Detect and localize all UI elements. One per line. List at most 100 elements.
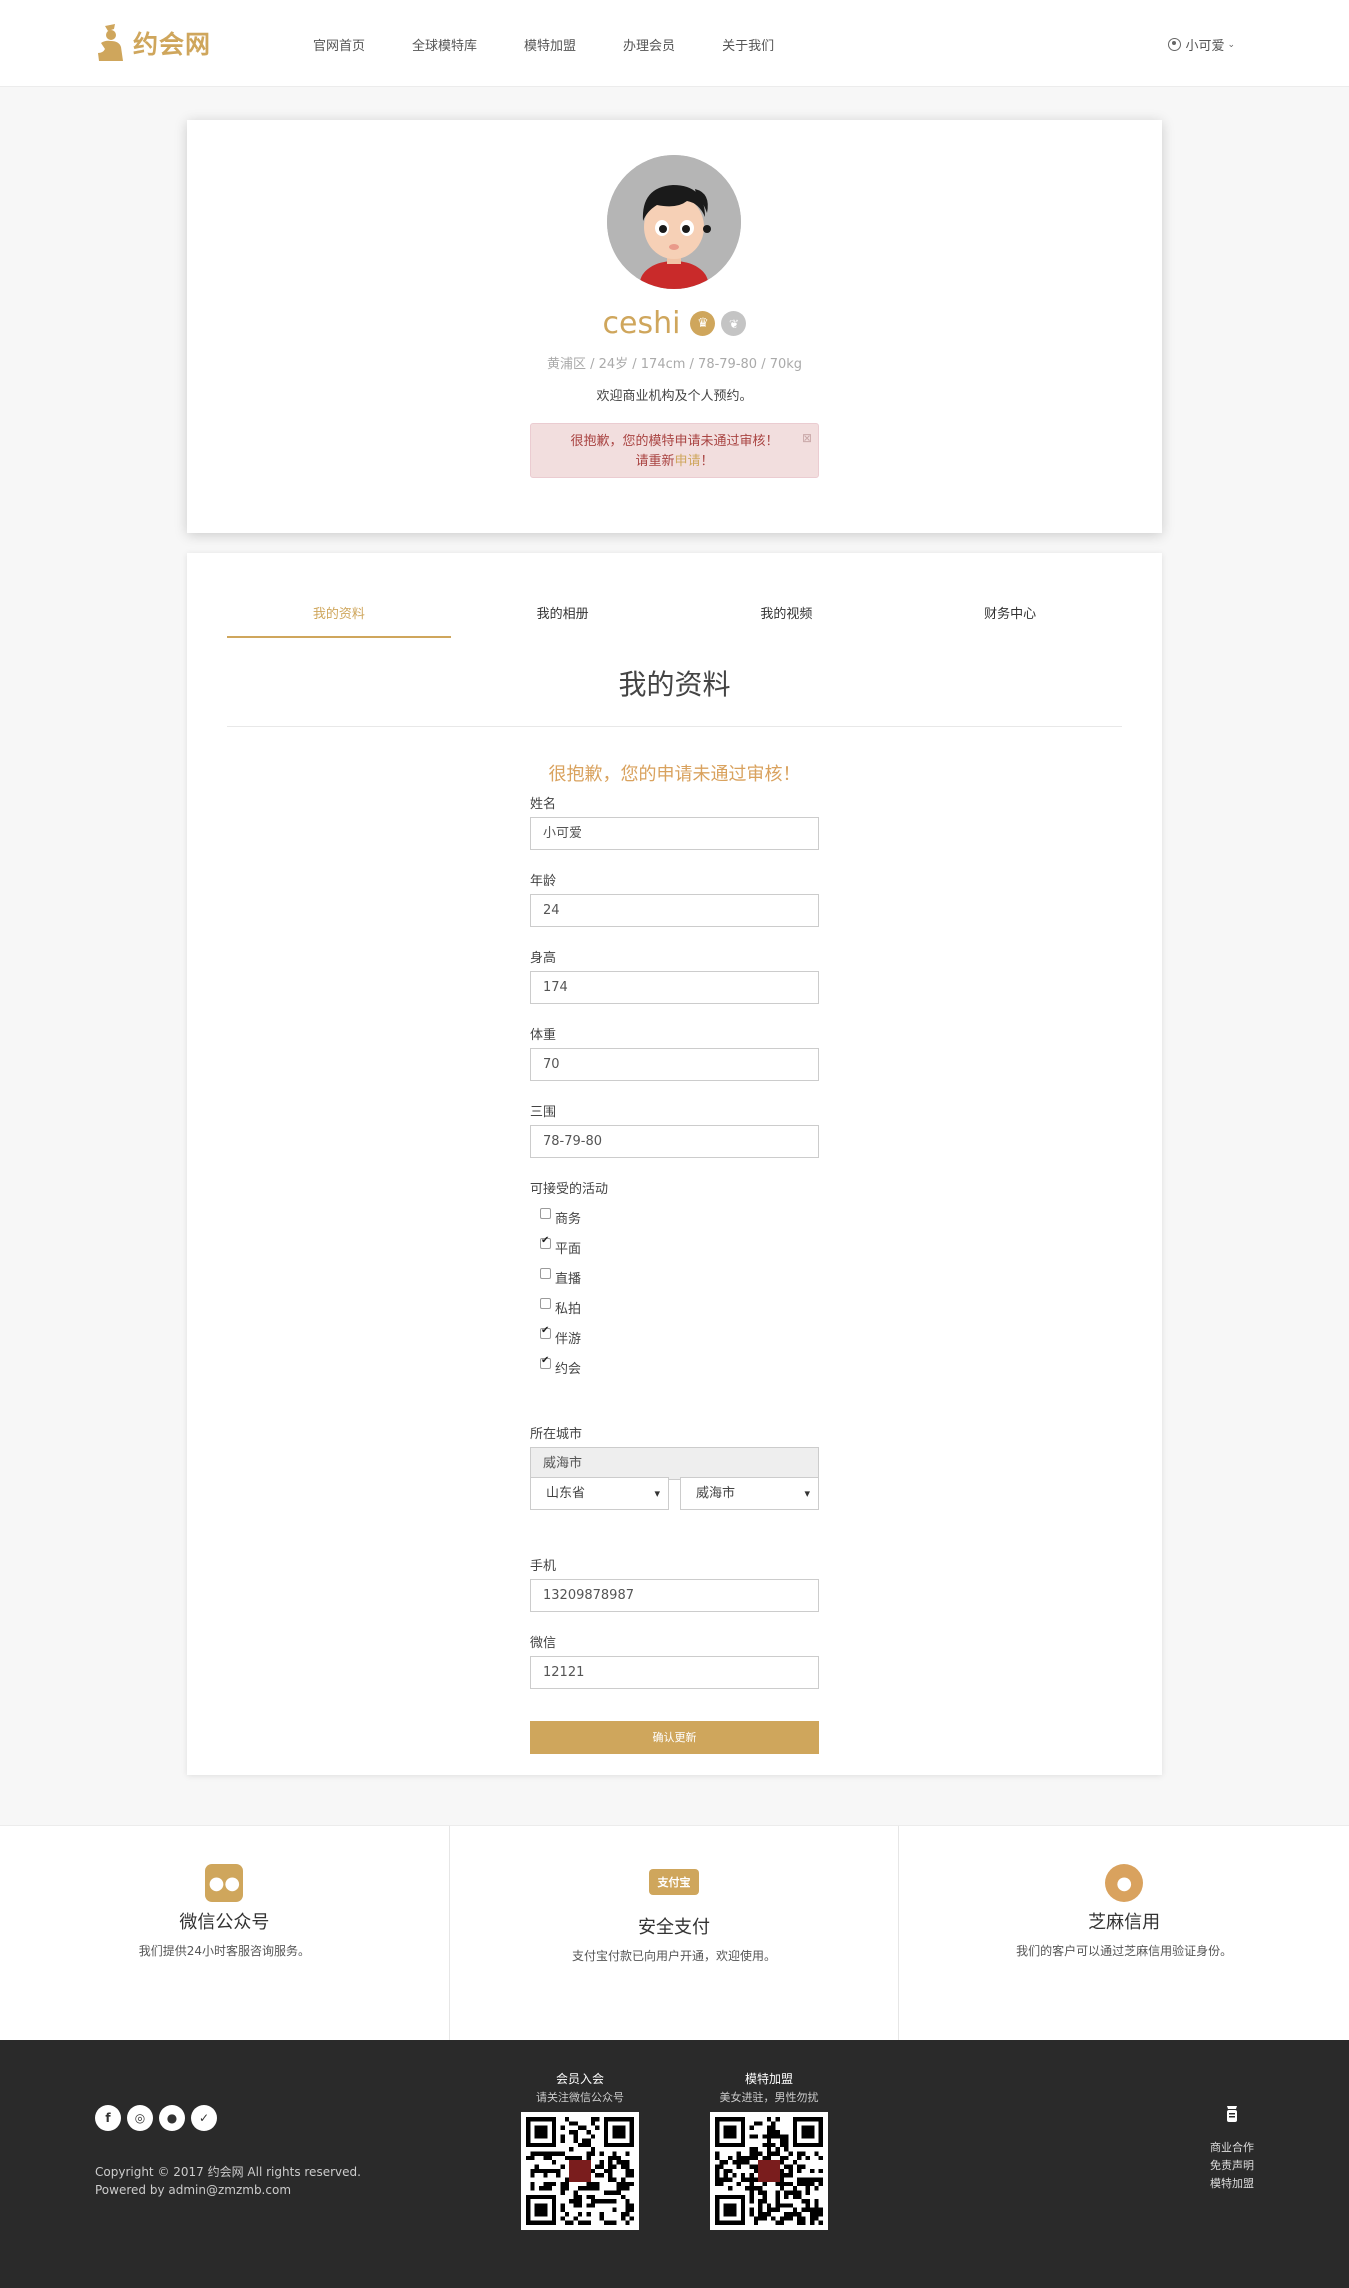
city-group: 所在城市 威海市 <box>530 1426 819 1480</box>
height-label: 身高 <box>530 951 557 966</box>
nav-model-library[interactable]: 全球模特库 <box>412 35 477 54</box>
measurements-field[interactable]: 78-79-80 <box>530 1125 819 1158</box>
link-disclaimer[interactable]: 免责声明 <box>1210 2157 1254 2175</box>
wechat-label: 微信 <box>530 1636 557 1651</box>
feature-title: 芝麻信用 <box>1088 1912 1161 1933</box>
chevron-down-icon: ⌄ <box>1227 39 1235 50</box>
feature-credit: ● 芝麻信用 我们的客户可以通过芝麻信用验证身份。 <box>899 1826 1349 2040</box>
copyright-text: Copyright © 2017 约会网 All rights reserved… <box>95 2165 361 2179</box>
link-business[interactable]: 商业合作 <box>1210 2139 1254 2157</box>
weight-group: 体重 70 <box>530 1027 819 1081</box>
age-label: 年龄 <box>530 874 557 889</box>
name-group: 姓名 小可爱 <box>530 796 819 850</box>
site-header: 约会网 官网首页 全球模特库 模特加盟 办理会员 关于我们 小可爱 ⌄ <box>0 0 1349 87</box>
feature-desc: 我们提供24小时客服咨询服务。 <box>138 1944 310 1958</box>
weight-label: 体重 <box>530 1028 557 1043</box>
qr-code-image <box>710 2112 828 2230</box>
nav-about[interactable]: 关于我们 <box>722 35 774 54</box>
activity-label: 约会 <box>555 1361 582 1377</box>
avatar[interactable] <box>607 155 741 289</box>
profile-form-card: 我的资料 我的相册 我的视频 财务中心 我的资料 很抱歉，您的申请未通过审核！ … <box>187 553 1162 1775</box>
activity-checkbox[interactable] <box>540 1207 551 1219</box>
measurements-group: 三围 78-79-80 <box>530 1104 819 1158</box>
feature-payment: 支付宝 安全支付 支付宝付款已向用户开通，欢迎使用。 <box>450 1826 900 2040</box>
user-icon <box>1168 38 1182 51</box>
social-links: f ◎ ● ✓ <box>95 2105 223 2131</box>
footer-logo-icon <box>1227 2106 1237 2122</box>
alert-line-2: 请重新申请！ <box>531 452 818 472</box>
activities-label: 可接受的活动 <box>530 1182 609 1197</box>
age-field[interactable]: 24 <box>530 894 819 927</box>
divider <box>227 726 1122 727</box>
tab-finance-center[interactable]: 财务中心 <box>898 593 1122 638</box>
activity-option[interactable]: 私拍 <box>530 1292 819 1322</box>
sesame-credit-icon: ● <box>1105 1864 1144 1902</box>
powered-by: Powered by admin@zmzmb.com <box>95 2183 292 2197</box>
profile-card: ceshi ♛ ❦ 黄浦区 / 24岁 / 174cm / 78-79-80 /… <box>187 120 1162 533</box>
city-label: 所在城市 <box>530 1427 583 1442</box>
activities-group: 可接受的活动 商务平面直播私拍伴游约会 <box>530 1181 819 1382</box>
qr-subtitle: 请关注微信公众号 <box>536 2091 624 2104</box>
city-select[interactable]: 威海市 <box>680 1477 819 1510</box>
profile-meta: 黄浦区 / 24岁 / 174cm / 78-79-80 / 70kg <box>546 357 803 372</box>
height-field[interactable]: 174 <box>530 971 819 1004</box>
nav-home[interactable]: 官网首页 <box>313 35 365 54</box>
phone-group: 手机 13209878987 <box>530 1558 819 1612</box>
activity-checkbox[interactable] <box>540 1325 551 1339</box>
wechat-field[interactable]: 12121 <box>530 1656 819 1689</box>
link-model-join[interactable]: 模特加盟 <box>1210 2175 1254 2193</box>
province-select[interactable]: 山东省 <box>530 1477 669 1510</box>
activity-option[interactable]: 商务 <box>530 1202 819 1232</box>
facebook-icon[interactable]: f <box>95 2105 121 2131</box>
close-icon[interactable]: ⊠ <box>802 428 812 448</box>
name-field[interactable]: 小可爱 <box>530 817 819 850</box>
nav-membership[interactable]: 办理会员 <box>623 35 675 54</box>
weight-field[interactable]: 70 <box>530 1048 819 1081</box>
user-menu[interactable]: 小可爱 ⌄ <box>1168 35 1235 54</box>
city-field: 威海市 <box>530 1447 819 1480</box>
profile-name-row: ceshi ♛ ❦ <box>187 306 1162 341</box>
qr-model-join: 模特加盟 美女进驻，男性勿扰 <box>710 2070 828 2230</box>
name-label: 姓名 <box>530 797 557 812</box>
age-group: 年龄 24 <box>530 873 819 927</box>
tab-my-info[interactable]: 我的资料 <box>227 593 451 638</box>
activity-label: 伴游 <box>555 1331 582 1347</box>
wechat-icon: ●● <box>205 1864 244 1902</box>
reapply-link[interactable]: 申请 <box>674 454 700 469</box>
phone-label: 手机 <box>530 1559 557 1574</box>
activity-checkbox[interactable] <box>540 1355 551 1369</box>
activity-option[interactable]: 直播 <box>530 1262 819 1292</box>
activity-label: 直播 <box>555 1271 582 1287</box>
wechat-icon[interactable]: ● <box>159 2105 185 2131</box>
logo-text: 约会网 <box>133 30 212 59</box>
activity-checkbox[interactable] <box>540 1235 551 1249</box>
profile-intro: 欢迎商业机构及个人预约。 <box>596 389 753 404</box>
qr-title: 模特加盟 <box>744 2072 793 2086</box>
profile-tabs: 我的资料 我的相册 我的视频 财务中心 <box>227 593 1122 638</box>
tab-my-album[interactable]: 我的相册 <box>451 593 675 638</box>
measurements-label: 三围 <box>530 1105 557 1120</box>
confirm-update-button[interactable]: 确认更新 <box>530 1721 819 1754</box>
height-group: 身高 174 <box>530 950 819 1004</box>
logo[interactable]: 约会网 <box>95 22 211 64</box>
phone-field[interactable]: 13209878987 <box>530 1579 819 1612</box>
alert-line-1: 很抱歉，您的模特申请未通过审核！ <box>570 434 779 449</box>
activity-option[interactable]: 伴游 <box>530 1322 819 1352</box>
nav-model-join[interactable]: 模特加盟 <box>524 35 576 54</box>
weibo-icon[interactable]: ◎ <box>127 2105 153 2131</box>
activity-checkbox[interactable] <box>540 1267 551 1279</box>
twitter-icon[interactable]: ✓ <box>191 2105 217 2131</box>
application-rejected-alert: ⊠ 很抱歉，您的模特申请未通过审核！ 请重新申请！ <box>530 423 819 478</box>
alert-suffix: ！ <box>700 454 714 469</box>
activity-option[interactable]: 平面 <box>530 1232 819 1262</box>
section-title: 我的资料 <box>618 668 731 701</box>
tab-my-videos[interactable]: 我的视频 <box>675 593 899 638</box>
activity-label: 平面 <box>555 1241 582 1257</box>
activity-checkbox[interactable] <box>540 1297 551 1309</box>
main-nav: 官网首页 全球模特库 模特加盟 办理会员 关于我们 <box>313 35 821 54</box>
wechat-group: 微信 12121 <box>530 1635 819 1689</box>
footer-links: 商业合作 免责声明 模特加盟 <box>1210 2105 1254 2193</box>
activity-option[interactable]: 约会 <box>530 1352 819 1382</box>
feature-title: 安全支付 <box>638 1917 710 1938</box>
alert-prefix: 请重新 <box>635 454 675 469</box>
